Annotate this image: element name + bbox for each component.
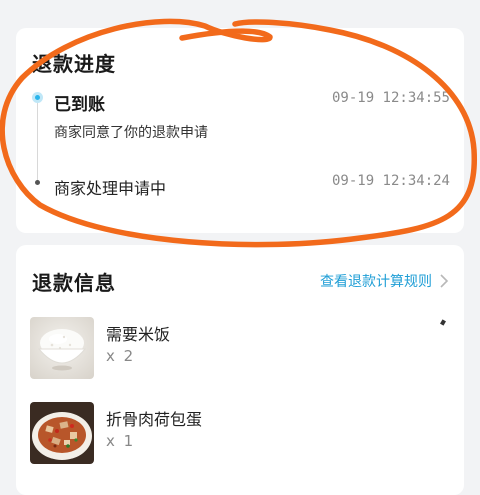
item-quantity: x 2 bbox=[106, 347, 136, 365]
step-time-processing: 09-19 12:34:24 bbox=[331, 173, 450, 189]
step-title-arrived: 已到账 bbox=[54, 95, 105, 115]
step-title-processing: 商家处理申请中 bbox=[54, 179, 167, 198]
item-name: 需要米饭 bbox=[106, 325, 171, 344]
info-title: 退款信息 bbox=[32, 271, 116, 295]
timeline-dot-icon bbox=[35, 180, 40, 185]
step-time-arrived: 09-19 12:34:55 bbox=[331, 90, 450, 106]
timeline-line bbox=[37, 98, 38, 183]
progress-title: 退款进度 bbox=[32, 52, 116, 76]
step-description-arrived: 商家同意了你的退款申请 bbox=[54, 125, 208, 141]
item-name: 折骨肉荷包蛋 bbox=[106, 410, 203, 429]
refund-progress-card: 退款进度 已到账 09-19 12:34:55 商家同意了你的退款申请 商家处理… bbox=[16, 28, 464, 233]
item-quantity: x 1 bbox=[106, 432, 136, 450]
chevron-right-icon bbox=[440, 274, 449, 288]
refund-item[interactable]: 折骨肉荷包蛋 x 1 bbox=[30, 402, 450, 466]
stir-fry-dish-image bbox=[30, 402, 94, 464]
refund-item[interactable]: 需要米饭 x 2 bbox=[30, 317, 450, 381]
refund-info-card: 退款信息 查看退款计算规则 需要米饭 x 2 折骨肉荷包蛋 x 1 bbox=[16, 245, 464, 495]
rice-bowl-image bbox=[30, 317, 94, 379]
refund-rule-link[interactable]: 查看退款计算规则 bbox=[320, 271, 450, 291]
timeline-active-dot-icon bbox=[32, 92, 43, 103]
refund-rule-link-label: 查看退款计算规则 bbox=[320, 274, 432, 290]
